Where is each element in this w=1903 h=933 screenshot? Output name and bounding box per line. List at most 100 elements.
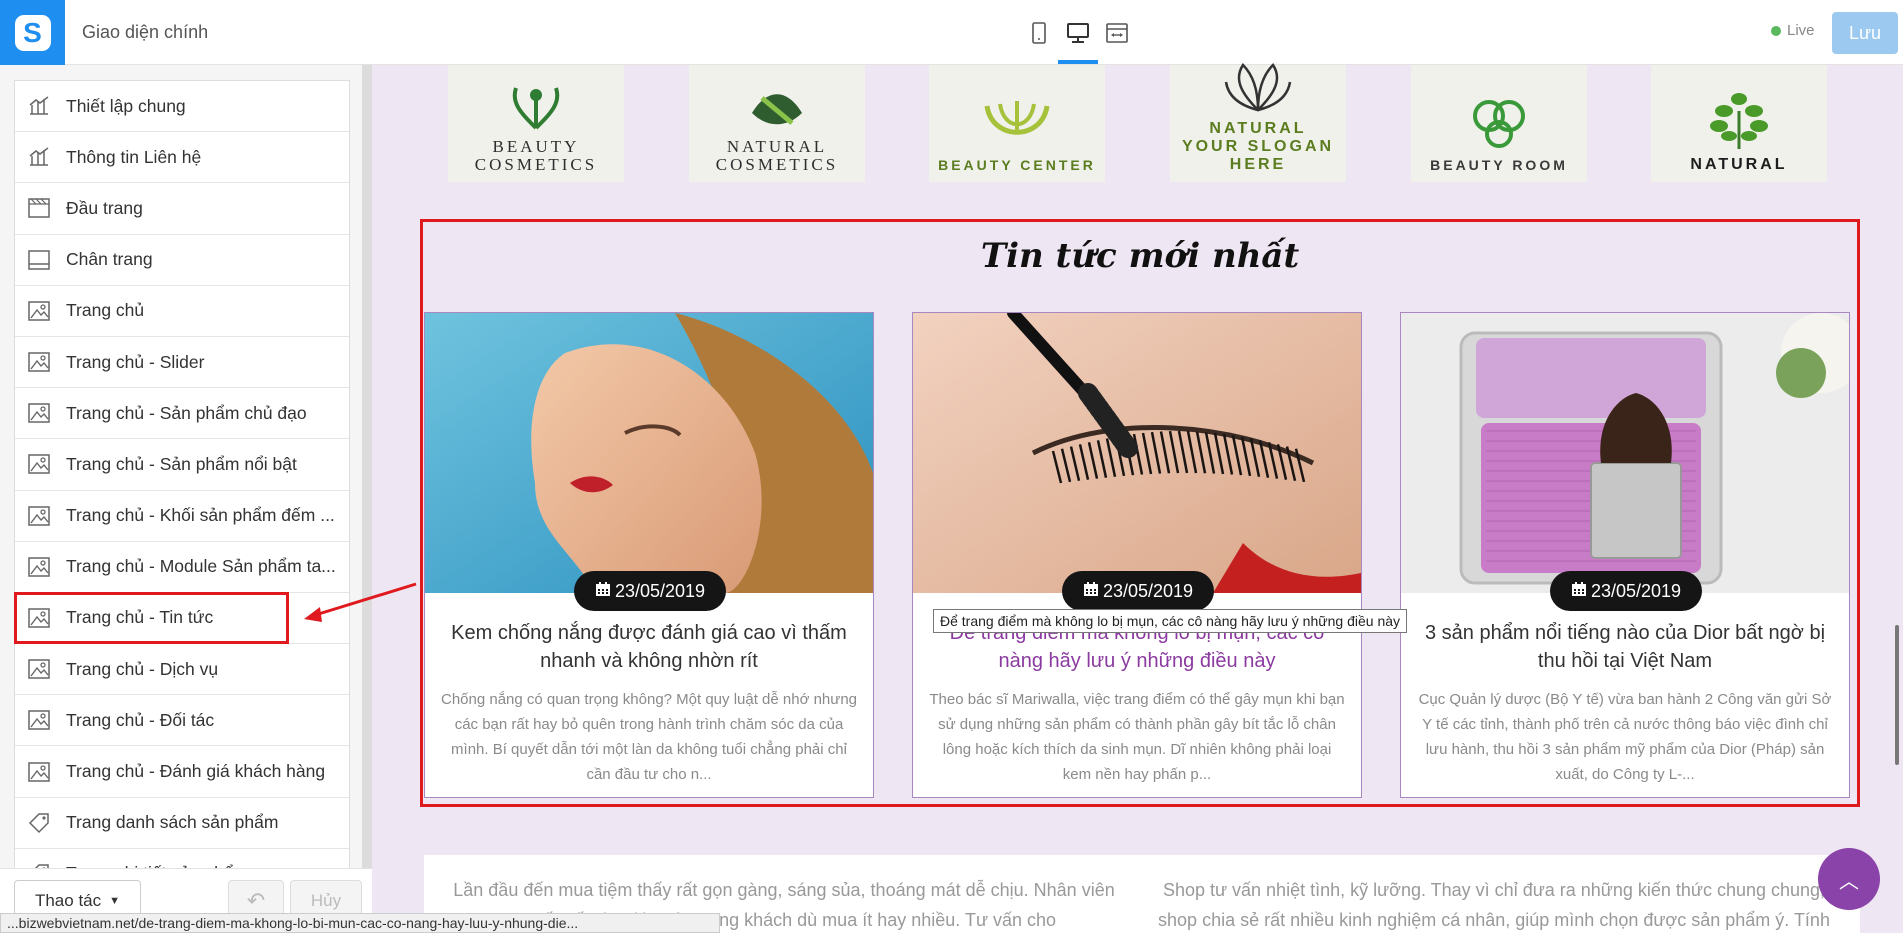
sidebar-item[interactable]: Trang chủ - Slider: [15, 337, 349, 389]
image-icon: [27, 350, 51, 374]
image-icon: [27, 299, 51, 323]
actions-label: Thao tác: [34, 891, 102, 910]
sidebar-item[interactable]: Trang chủ - Đánh giá khách hàng: [15, 746, 349, 798]
mobile-view-icon[interactable]: [1024, 18, 1054, 48]
fullwidth-view-icon[interactable]: [1102, 18, 1132, 48]
sidebar-item-label: Trang chủ - Sản phẩm nổi bật: [66, 453, 297, 474]
brand-name: NATURAL: [1690, 156, 1788, 173]
sidebar: S Giao diện chính Thiết lập chung Thông t…: [0, 0, 372, 933]
sidebar-item[interactable]: Trang chủ - Module Sản phẩm ta...: [15, 542, 349, 593]
live-status: Live: [1771, 22, 1815, 39]
brand-name: BEAUTY COSMETICS: [474, 137, 598, 174]
brand-emblem-icon: [1464, 96, 1534, 156]
sidebar-item-label: Đầu trang: [66, 197, 143, 218]
sidebar-scrollbar[interactable]: [362, 65, 372, 868]
sidebar-item[interactable]: Chân trang: [15, 235, 349, 286]
brand-name: NATURAL COSMETICS: [715, 137, 839, 174]
logo-icon: S: [14, 14, 51, 51]
sidebar-item[interactable]: Trang chủ - Sản phẩm nổi bật: [15, 439, 349, 491]
sidebar-item[interactable]: Trang chủ - Sản phẩm chủ đạo: [15, 388, 349, 440]
sidebar-item-label: Trang chủ - Dịch vụ: [66, 658, 219, 679]
partner-logo[interactable]: NATURAL YOUR SLOGAN HERE: [1170, 63, 1346, 182]
settings-icon: [27, 145, 51, 169]
top-toolbar: [372, 0, 1903, 65]
partner-logo[interactable]: NATURAL: [1651, 65, 1827, 182]
brand-name: BEAUTY ROOM: [1430, 157, 1568, 173]
image-icon: [27, 452, 51, 476]
app-logo[interactable]: S: [0, 0, 65, 65]
partner-logo[interactable]: NATURAL COSMETICS: [689, 65, 865, 182]
sidebar-item-label: Trang chủ - Đối tác: [66, 709, 215, 730]
news-date-badge: 23/05/2019: [1062, 571, 1214, 611]
page-title: Giao diện chính: [82, 22, 209, 42]
save-button[interactable]: Lưu: [1832, 12, 1898, 54]
sidebar-item[interactable]: Trang danh sách sản phẩm: [15, 798, 349, 849]
sidebar-menu: Thiết lập chung Thông tin Liên hệ Đầu tran…: [14, 80, 350, 872]
news-thumbnail[interactable]: [425, 313, 873, 593]
chevron-up-icon: ︿: [1839, 870, 1859, 893]
sidebar-item-label: Trang chủ - Sản phẩm chủ đạo: [66, 402, 307, 423]
undo-icon: ↶: [246, 888, 266, 913]
sidebar-item[interactable]: Trang chủ: [15, 286, 349, 337]
footer-icon: [27, 248, 51, 272]
sidebar-item[interactable]: Trang chủ - Đối tác: [15, 695, 349, 747]
sidebar-item[interactable]: Trang chủ - Dịch vụ: [15, 644, 349, 696]
brand-emblem-icon: [1699, 91, 1779, 156]
calendar-icon: [595, 581, 611, 602]
news-title-link[interactable]: Kem chống nắng được đánh giá cao vì thấm…: [425, 619, 873, 675]
sidebar-item-label: Thiết lập chung: [66, 95, 186, 116]
news-card[interactable]: Kem chống nắng được đánh giá cao vì thấm…: [424, 312, 874, 798]
calendar-icon: [1083, 581, 1099, 602]
news-card[interactable]: Để trang điểm mà không lo bị mụn, các cô…: [912, 312, 1362, 798]
news-section-title: Tin tức mới nhất: [980, 236, 1300, 276]
calendar-icon: [1571, 581, 1587, 602]
brand-emblem-icon: [972, 96, 1062, 156]
scroll-to-top-button[interactable]: ︿: [1818, 848, 1880, 910]
title-tooltip: Để trang điểm mà không lo bị mụn, các cô…: [933, 609, 1408, 633]
image-icon: [27, 504, 51, 528]
sidebar-item-label: Trang chủ - Đánh giá khách hàng: [66, 761, 326, 782]
image-icon: [27, 657, 51, 681]
image-icon: [27, 401, 51, 425]
review-text: Shop tư vấn nhiệt tình, kỹ lưỡng. Thay v…: [1158, 880, 1830, 930]
image-icon: [27, 760, 51, 784]
live-dot-icon: [1771, 25, 1781, 36]
active-view-indicator: [1058, 60, 1098, 64]
image-icon: [27, 555, 51, 579]
news-excerpt: Chống nắng có quan trọng không? Một quy …: [440, 691, 857, 783]
sidebar-header: S Giao diện chính: [0, 0, 372, 65]
partner-logo[interactable]: BEAUTY COSMETICS: [448, 65, 624, 182]
settings-icon: [27, 94, 51, 118]
brand-emblem-icon: [501, 83, 571, 138]
sidebar-item[interactable]: Đầu trang: [15, 183, 349, 235]
caret-down-icon: ▼: [109, 895, 121, 907]
partner-logo[interactable]: BEAUTY CENTER: [929, 65, 1105, 182]
preview-scrollbar[interactable]: [1895, 625, 1899, 765]
sidebar-item-label: Thông tin Liên hệ: [66, 146, 202, 167]
sidebar-item-label: Trang chủ - Module Sản phẩm ta...: [66, 556, 336, 577]
image-icon: [27, 708, 51, 732]
desktop-view-icon[interactable]: [1063, 18, 1093, 48]
news-date: 23/05/2019: [1590, 580, 1682, 601]
image-icon: [27, 606, 51, 630]
brand-emblem-icon: [742, 83, 812, 138]
sidebar-item[interactable]: Thông tin Liên hệ: [15, 132, 349, 184]
news-date-badge: 23/05/2019: [574, 571, 726, 611]
news-thumbnail[interactable]: [913, 313, 1361, 593]
sidebar-item-label: Trang danh sách sản phẩm: [66, 812, 279, 833]
brand-name: NATURAL YOUR SLOGAN HERE: [1181, 120, 1335, 173]
partner-logo[interactable]: BEAUTY ROOM: [1411, 65, 1587, 182]
sidebar-item[interactable]: Trang chủ - Khối sản phẩm đếm ...: [15, 491, 349, 542]
sidebar-item-label: Trang chủ - Slider: [66, 351, 205, 372]
sidebar-item-label: Trang chủ - Tin tức: [66, 607, 214, 628]
tag-icon: [27, 811, 51, 835]
sidebar-item[interactable]: Thiết lập chung: [15, 81, 349, 133]
news-date: 23/05/2019: [1102, 580, 1194, 601]
sidebar-item[interactable]: Trang chủ - Tin tức: [15, 593, 349, 645]
brand-name: BEAUTY CENTER: [938, 157, 1096, 173]
news-card[interactable]: 3 sản phẩm nổi tiếng nào của Dior bất ng…: [1400, 312, 1850, 798]
sidebar-item-label: Trang chủ - Khối sản phẩm đếm ...: [66, 505, 335, 526]
news-excerpt: Theo bác sĩ Mariwalla, việc trang điểm c…: [929, 691, 1345, 783]
news-thumbnail[interactable]: [1401, 313, 1849, 593]
news-title-link[interactable]: 3 sản phẩm nổi tiếng nào của Dior bất ng…: [1401, 619, 1849, 675]
